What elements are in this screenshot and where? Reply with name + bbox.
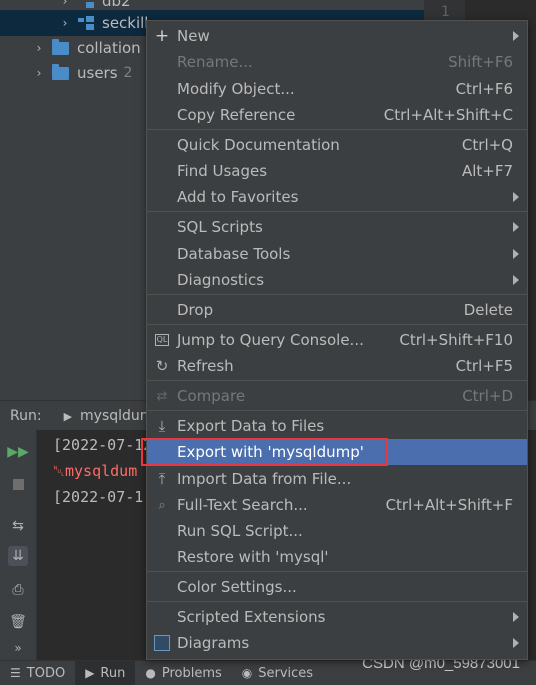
menu-item-compare[interactable]: ⇄ Compare Ctrl+D <box>147 383 527 409</box>
run-config-icon: ▶ <box>63 409 73 423</box>
menu-item-new[interactable]: + New <box>147 23 527 49</box>
run-tool-tab[interactable]: ▶ Run <box>75 661 136 685</box>
search-icon: ⌕ <box>158 497 166 513</box>
menu-item-rename[interactable]: Rename... Shift+F6 <box>147 49 527 75</box>
problems-tab[interactable]: ● Problems <box>135 661 231 685</box>
compare-icon: ⇄ <box>156 388 168 404</box>
tree-item-label: db2 <box>102 0 131 10</box>
menu-item-copy-reference[interactable]: Copy Reference Ctrl+Alt+Shift+C <box>147 102 527 128</box>
menu-item-import-data-from-file[interactable]: ⤒ Import Data from File... <box>147 466 527 492</box>
scroll-to-end-icon[interactable]: ⇊ <box>8 546 28 566</box>
menu-item-color-settings[interactable]: Color Settings... <box>147 574 527 600</box>
submenu-arrow-icon <box>513 612 519 622</box>
menu-separator <box>147 129 527 130</box>
menu-item-find-usages[interactable]: Find Usages Alt+F7 <box>147 158 527 184</box>
menu-item-add-to-favorites[interactable]: Add to Favorites <box>147 184 527 210</box>
run-label: Run: <box>10 408 42 424</box>
menu-item-full-text-search[interactable]: ⌕ Full-Text Search... Ctrl+Alt+Shift+F <box>147 492 527 518</box>
list-icon: ☰ <box>10 666 21 680</box>
trash-icon[interactable]: 🗑 <box>8 612 28 632</box>
menu-separator <box>147 601 527 602</box>
folder-icon <box>52 38 69 55</box>
line-number: 1 <box>441 4 450 20</box>
query-console-icon: QL <box>154 334 170 346</box>
chevron-right-icon[interactable]: › <box>58 16 72 30</box>
menu-item-export-data-to-files[interactable]: ⤓ Export Data to Files <box>147 413 527 439</box>
context-menu: + New Rename... Shift+F6 Modify Object..… <box>146 20 528 660</box>
console-line-error: ␀mysqldum g <box>53 462 156 480</box>
rerun-icon[interactable]: ▶▶ <box>7 442 29 462</box>
menu-item-export-with-mysqldump[interactable]: Export with 'mysqldump' <box>147 439 527 465</box>
plus-icon: + <box>154 26 170 46</box>
services-tab[interactable]: ◉ Services <box>232 661 323 685</box>
menu-item-drop[interactable]: Drop Delete <box>147 297 527 323</box>
stop-icon[interactable] <box>8 474 28 494</box>
menu-item-run-sql-script[interactable]: Run SQL Script... <box>147 518 527 544</box>
warning-icon: ● <box>145 666 156 680</box>
run-toolbar: ▶▶ ⇆ ⇊ ⎙ 🗑 » <box>0 430 37 660</box>
print-icon[interactable]: ⎙ <box>8 580 28 600</box>
menu-item-modify-object[interactable]: Modify Object... Ctrl+F6 <box>147 76 527 102</box>
chevron-right-icon[interactable]: › <box>32 41 46 55</box>
menu-item-jump-to-query-console[interactable]: QL Jump to Query Console... Ctrl+Shift+F… <box>147 327 527 353</box>
menu-item-quick-documentation[interactable]: Quick Documentation Ctrl+Q <box>147 132 527 158</box>
services-icon: ◉ <box>241 666 253 680</box>
tree-item-label: users <box>77 64 118 82</box>
submenu-arrow-icon <box>513 31 519 41</box>
menu-item-restore-with-mysql[interactable]: Restore with 'mysql' <box>147 544 527 570</box>
services-label: Services <box>258 665 314 681</box>
chevron-right-icon[interactable]: › <box>32 66 46 80</box>
diagram-icon <box>153 634 171 652</box>
export-icon: ⤓ <box>158 417 166 435</box>
soft-wrap-icon[interactable]: ⇆ <box>8 516 28 536</box>
menu-separator <box>147 380 527 381</box>
run-icon: ▶ <box>85 666 95 680</box>
more-icon[interactable]: » <box>8 638 28 658</box>
schema-icon <box>78 0 94 8</box>
refresh-icon: ↻ <box>155 357 169 375</box>
menu-item-diagnostics[interactable]: Diagnostics <box>147 267 527 293</box>
menu-item-diagrams[interactable]: Diagrams <box>147 630 527 656</box>
submenu-arrow-icon <box>513 192 519 202</box>
menu-item-scripted-extensions[interactable]: Scripted Extensions <box>147 604 527 630</box>
menu-separator <box>147 571 527 572</box>
schema-icon <box>78 16 94 30</box>
menu-item-database-tools[interactable]: Database Tools <box>147 241 527 267</box>
submenu-arrow-icon <box>513 275 519 285</box>
submenu-arrow-icon <box>513 222 519 232</box>
todo-tab[interactable]: ☰ TODO <box>0 661 75 685</box>
tree-item-label: collation <box>77 39 141 57</box>
tree-item-label: seckill <box>102 14 149 32</box>
menu-separator <box>147 211 527 212</box>
submenu-arrow-icon <box>513 638 519 648</box>
run-label-tab: Run <box>100 665 126 681</box>
submenu-arrow-icon <box>513 249 519 259</box>
tree-item-count: 2 <box>123 65 133 81</box>
folder-icon <box>52 63 69 80</box>
menu-item-refresh[interactable]: ↻ Refresh Ctrl+F5 <box>147 353 527 379</box>
todo-label: TODO <box>26 665 66 681</box>
chevron-right-icon[interactable]: › <box>58 0 72 8</box>
menu-item-sql-scripts[interactable]: SQL Scripts <box>147 214 527 240</box>
menu-separator <box>147 410 527 411</box>
import-icon: ⤒ <box>158 470 166 488</box>
menu-separator <box>147 294 527 295</box>
problems-label: Problems <box>161 665 222 681</box>
menu-separator <box>147 324 527 325</box>
